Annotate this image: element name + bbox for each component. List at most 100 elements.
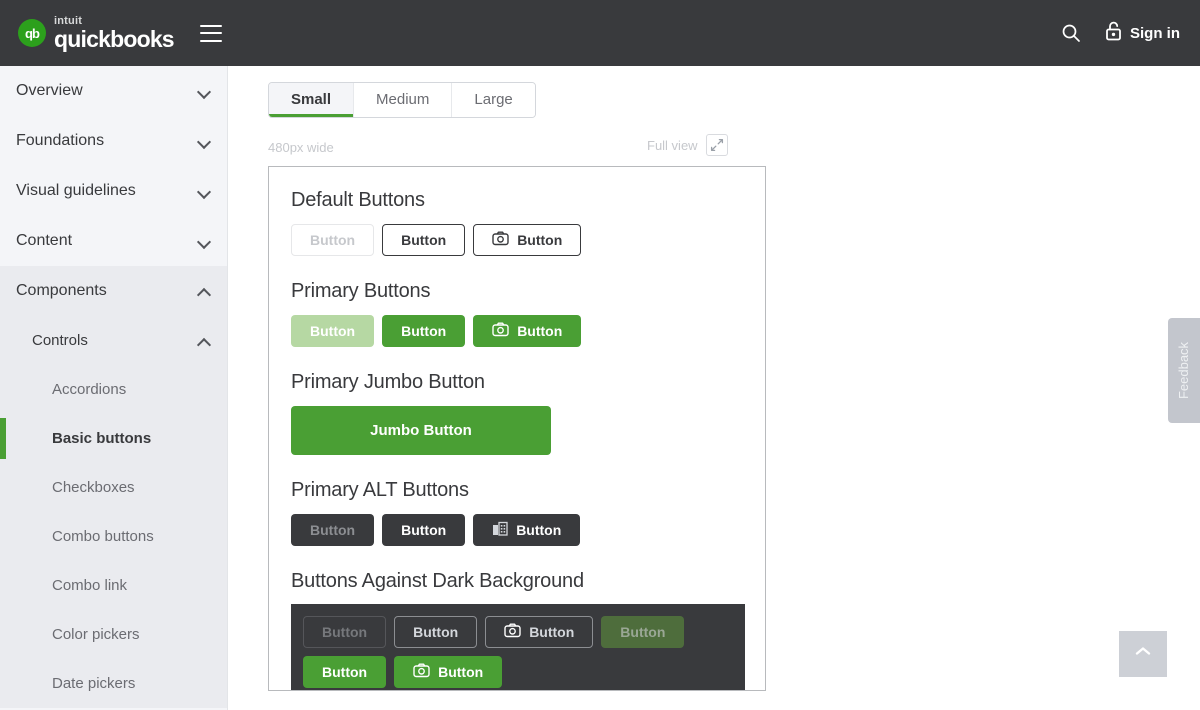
sidebar-item-combo-link[interactable]: Combo link <box>0 561 227 610</box>
default-buttons-row: Button Button Button <box>291 224 743 256</box>
sidebar-components-group: Components Controls Accordions Basic but… <box>0 266 227 708</box>
sidebar-item-label: Combo link <box>52 577 128 594</box>
section-title-primary-alt-buttons: Primary ALT Buttons <box>291 479 469 501</box>
sidebar-item-components[interactable]: Components <box>0 266 227 316</box>
sidebar-navigation: Overview Foundations Visual guidelines C… <box>0 66 228 710</box>
main-content: Small Medium Large 480px wide Full view … <box>229 66 1200 710</box>
button-label: Button <box>413 624 459 640</box>
sidebar-item-checkboxes[interactable]: Checkboxes <box>0 463 227 512</box>
sidebar-item-overview[interactable]: Overview <box>0 66 227 116</box>
hamburger-icon[interactable] <box>199 24 222 42</box>
preview-width-label: 480px wide <box>268 140 334 155</box>
full-view-label: Full view <box>647 137 698 153</box>
camera-icon <box>492 322 509 340</box>
dark-background-panel: Button Button Button Button Button Butto… <box>291 604 745 690</box>
sidebar-item-color-pickers[interactable]: Color pickers <box>0 610 227 659</box>
button-label: Button <box>517 323 563 339</box>
default-button-with-icon[interactable]: Button <box>473 224 582 256</box>
chevron-up-icon <box>198 287 211 295</box>
sidebar-item-controls[interactable]: Controls <box>0 316 227 365</box>
default-button[interactable]: Button <box>382 224 466 256</box>
camera-icon <box>492 231 509 249</box>
button-label: Button <box>310 232 356 248</box>
dark-solid-button[interactable]: Button <box>303 656 387 688</box>
section-title-dark-background: Buttons Against Dark Background <box>291 570 584 592</box>
search-icon[interactable] <box>1060 22 1082 44</box>
tab-small[interactable]: Small <box>269 83 354 117</box>
sidebar-item-label: Controls <box>32 332 88 349</box>
intuit-text: intuit <box>54 14 83 27</box>
primary-alt-buttons-row: Button Button Button <box>291 514 743 546</box>
dark-solid-button-disabled[interactable]: Button <box>601 616 685 648</box>
primary-button-with-icon[interactable]: Button <box>473 315 582 347</box>
dark-ghost-button[interactable]: Button <box>394 616 478 648</box>
button-label: Jumbo Button <box>370 422 472 439</box>
section-title-primary-buttons: Primary Buttons <box>291 280 431 302</box>
chevron-down-icon <box>198 87 211 95</box>
sidebar-item-accordions[interactable]: Accordions <box>0 365 227 414</box>
sidebar-item-visual-guidelines[interactable]: Visual guidelines <box>0 166 227 216</box>
button-label: Button <box>438 664 484 680</box>
hamburger-bar <box>199 39 222 42</box>
sidebar-item-label: Color pickers <box>52 626 140 643</box>
primary-button[interactable]: Button <box>382 315 466 347</box>
sidebar-item-basic-buttons[interactable]: Basic buttons <box>0 414 227 463</box>
button-label: Button <box>620 624 666 640</box>
camera-icon <box>504 623 521 641</box>
sidebar-item-label: Combo buttons <box>52 528 154 545</box>
tab-medium[interactable]: Medium <box>353 83 452 117</box>
quickbooks-text: quickbooks <box>54 25 175 52</box>
viewport-size-tabs: Small Medium Large <box>268 82 536 118</box>
sign-in-button[interactable]: Sign in <box>1104 20 1180 47</box>
top-header: qb intuit quickbooks Sign in <box>0 0 1200 66</box>
feedback-tab[interactable]: Feedback <box>1168 318 1200 423</box>
dark-ghost-button-with-icon[interactable]: Button <box>485 616 594 648</box>
chevron-down-icon <box>198 137 211 145</box>
sidebar-item-label: Visual guidelines <box>16 182 136 199</box>
primary-button-disabled[interactable]: Button <box>291 315 375 347</box>
button-label: Button <box>322 664 368 680</box>
jumbo-button-row: Jumbo Button <box>291 406 743 455</box>
section-title-default-buttons: Default Buttons <box>291 189 425 211</box>
camera-icon <box>413 663 430 681</box>
brand-logo[interactable]: qb intuit quickbooks <box>18 14 175 52</box>
full-view-control[interactable]: Full view <box>647 134 728 156</box>
jumbo-button[interactable]: Jumbo Button <box>291 406 551 455</box>
alt-button[interactable]: Button <box>382 514 466 546</box>
primary-buttons-row: Button Button Button <box>291 315 743 347</box>
chevron-down-icon <box>198 237 211 245</box>
sidebar-item-label: Accordions <box>52 381 127 398</box>
scroll-to-top-button[interactable] <box>1119 631 1167 677</box>
sidebar-item-foundations[interactable]: Foundations <box>0 116 227 166</box>
sidebar-item-date-pickers[interactable]: Date pickers <box>0 659 227 708</box>
button-label: Button <box>517 232 563 248</box>
hamburger-bar <box>199 24 222 27</box>
default-button-disabled[interactable]: Button <box>291 224 375 256</box>
header-actions: Sign in <box>1060 20 1180 47</box>
chevron-up-icon <box>198 337 211 345</box>
brand-wordmark: intuit quickbooks <box>54 14 175 52</box>
button-label: Button <box>310 323 356 339</box>
button-label: Button <box>516 522 562 538</box>
sidebar-item-label: Components <box>16 282 107 299</box>
dark-solid-button-with-icon[interactable]: Button <box>394 656 503 688</box>
sidebar-item-label: Date pickers <box>52 675 136 692</box>
sidebar-item-content[interactable]: Content <box>0 216 227 266</box>
expand-diagonal-icon[interactable] <box>705 134 728 156</box>
sidebar-item-label: Checkboxes <box>52 479 135 496</box>
button-label: Button <box>529 624 575 640</box>
dark-buttons-row-2: Button Button <box>303 656 733 688</box>
section-title-jumbo-button: Primary Jumbo Button <box>291 371 485 393</box>
dark-ghost-button-disabled[interactable]: Button <box>303 616 387 648</box>
sidebar-item-label: Content <box>16 232 73 249</box>
building-icon <box>492 521 508 539</box>
unlocked-padlock-icon <box>1104 20 1123 47</box>
component-preview-frame: Default Buttons Button Button Button Pri… <box>268 166 766 691</box>
alt-button-with-icon[interactable]: Button <box>473 514 581 546</box>
tab-large[interactable]: Large <box>451 83 535 117</box>
alt-button-disabled[interactable]: Button <box>291 514 375 546</box>
button-label: Button <box>401 232 447 248</box>
dark-buttons-row-1: Button Button Button Button <box>303 616 733 648</box>
sidebar-item-combo-buttons[interactable]: Combo buttons <box>0 512 227 561</box>
sidebar-item-label: Foundations <box>16 132 105 149</box>
